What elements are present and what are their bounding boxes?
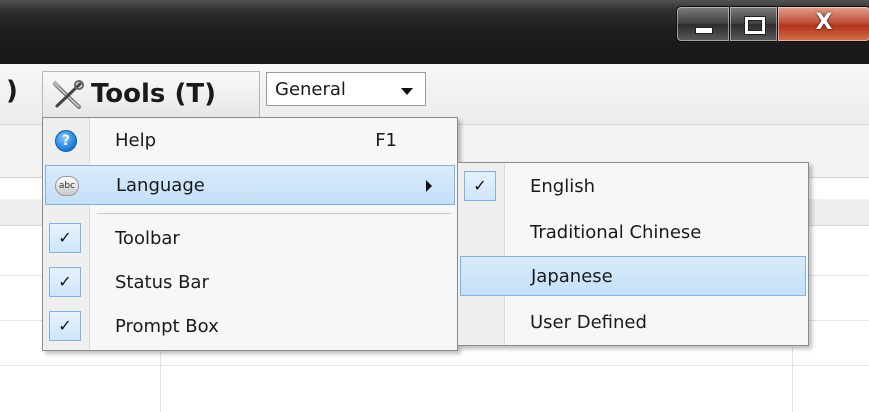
- help-icon: ?: [55, 130, 77, 152]
- mode-select-value: General: [275, 79, 346, 100]
- language-item-user-defined[interactable]: User Defined: [460, 303, 806, 343]
- tools-icon: [52, 80, 84, 109]
- menu-item-label: Help: [115, 130, 157, 151]
- language-item-label: Japanese: [531, 266, 613, 287]
- language-item-japanese[interactable]: Japanese: [460, 256, 806, 296]
- menu-item-shortcut: F1: [375, 130, 397, 151]
- language-item-traditional-chinese[interactable]: Traditional Chinese: [460, 213, 806, 253]
- tools-dropdown-menu: ? Help F1 abc Language ✓ Toolbar ✓ Statu…: [42, 117, 458, 351]
- menu-item-help[interactable]: ? Help F1: [45, 121, 455, 161]
- previous-menu-fragment[interactable]: ): [6, 76, 18, 106]
- minimize-icon: [695, 27, 713, 34]
- menu-item-label: Status Bar: [115, 272, 209, 293]
- menu-item-prompt-box[interactable]: ✓ Prompt Box: [45, 307, 455, 347]
- menu-item-label: Toolbar: [115, 228, 180, 249]
- title-bar: X: [0, 0, 869, 64]
- menu-separator: [97, 213, 451, 214]
- check-icon: ✓: [49, 267, 81, 297]
- check-icon: ✓: [49, 223, 81, 253]
- maximize-button[interactable]: [729, 6, 778, 42]
- maximize-icon: [745, 17, 765, 34]
- check-icon: ✓: [49, 311, 81, 341]
- menu-bar: ) Tools (T) General: [0, 64, 869, 125]
- grid-row-line: [0, 365, 869, 366]
- menu-item-language[interactable]: abc Language: [45, 165, 455, 205]
- chevron-down-icon[interactable]: [401, 88, 413, 95]
- close-button[interactable]: X: [777, 6, 869, 42]
- mode-select[interactable]: General: [266, 72, 426, 106]
- language-item-label: Traditional Chinese: [530, 222, 702, 243]
- menu-item-label: Language: [116, 175, 205, 196]
- language-item-english[interactable]: ✓ English: [460, 167, 806, 207]
- check-icon: ✓: [464, 171, 496, 201]
- menu-item-status-bar[interactable]: ✓ Status Bar: [45, 263, 455, 303]
- minimize-button[interactable]: [676, 6, 730, 42]
- language-item-label: English: [530, 176, 595, 197]
- submenu-arrow-icon: [426, 180, 432, 192]
- language-item-label: User Defined: [530, 312, 647, 333]
- menu-item-label: Prompt Box: [115, 316, 219, 337]
- tools-menu-button[interactable]: Tools (T): [42, 71, 260, 119]
- tools-menu-label: Tools (T): [91, 79, 216, 109]
- menu-item-toolbar[interactable]: ✓ Toolbar: [45, 219, 455, 259]
- abc-icon: abc: [55, 176, 79, 196]
- close-icon: X: [815, 10, 833, 35]
- language-submenu: ✓ English Traditional Chinese Japanese U…: [457, 162, 809, 346]
